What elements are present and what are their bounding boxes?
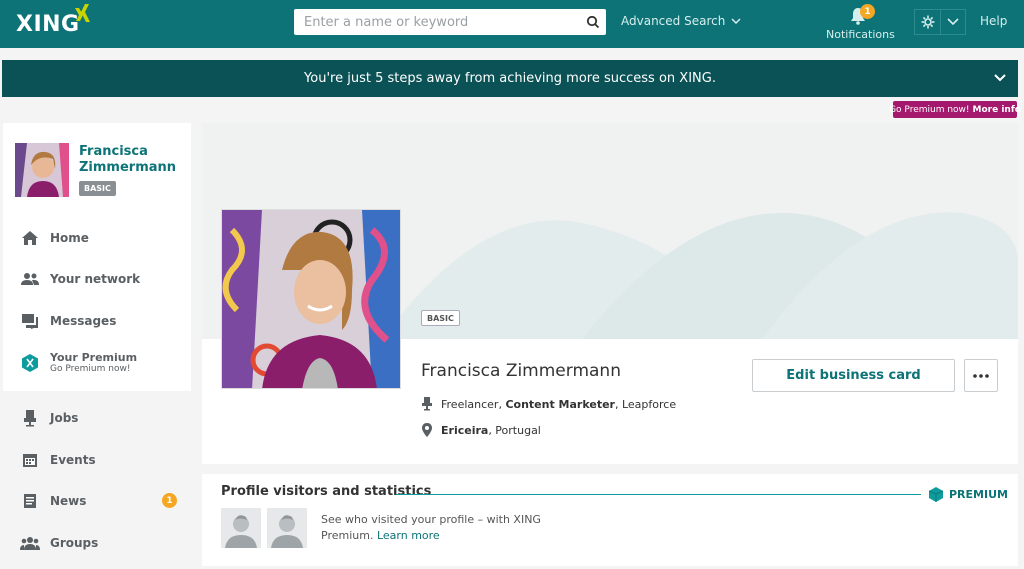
premium-subtitle: Go Premium now!	[50, 363, 131, 374]
sidebar-item-label: News	[50, 494, 87, 508]
jobs-icon	[20, 408, 40, 428]
notifications-badge: 1	[860, 4, 875, 19]
advanced-search-link[interactable]: Advanced Search	[621, 14, 741, 28]
premium-pill-text: Go Premium now!	[889, 104, 970, 115]
sidebar-user-name[interactable]: Francisca Zimmermann	[79, 144, 189, 176]
sidebar-item-home[interactable]: Home	[20, 224, 190, 252]
gear-icon[interactable]	[915, 10, 941, 34]
more-icon	[973, 373, 989, 378]
network-icon	[20, 269, 40, 289]
banner-text: You're just 5 steps away from achieving …	[304, 71, 716, 86]
chevron-down-icon	[731, 18, 741, 24]
advanced-search-label: Advanced Search	[621, 14, 726, 28]
help-link[interactable]: Help	[980, 14, 1007, 28]
sidebar-item-label: Messages	[50, 314, 117, 328]
membership-badge: BASIC	[421, 310, 460, 326]
news-badge: 1	[162, 493, 177, 508]
sidebar-item-premium[interactable]: Your Premium Go Premium now!	[20, 349, 190, 377]
sidebar-item-label: Home	[50, 231, 89, 245]
profile-name: Francisca Zimmermann	[421, 361, 621, 381]
xing-logo[interactable]: XING	[16, 8, 80, 40]
location-country: , Portugal	[488, 423, 541, 437]
profile-location: Ericeira, Portugal	[421, 423, 541, 437]
messages-icon	[20, 311, 40, 331]
sidebar-item-groups[interactable]: Groups	[20, 529, 190, 557]
profile-photo[interactable]	[221, 209, 401, 389]
edit-business-card-button[interactable]: Edit business card	[752, 359, 955, 392]
sidebar-item-network[interactable]: Your network	[20, 265, 190, 293]
notifications-label: Notifications	[826, 28, 895, 41]
premium-label-text: PREMIUM	[949, 488, 1008, 501]
sidebar-item-jobs[interactable]: Jobs	[20, 404, 190, 432]
home-icon	[20, 228, 40, 248]
visitors-title: Profile visitors and statistics	[221, 484, 432, 499]
job-title: Content Marketer	[505, 397, 615, 411]
sidebar-item-messages[interactable]: Messages	[20, 307, 190, 335]
search-icon[interactable]	[580, 9, 606, 35]
xing-logo-icon	[75, 4, 90, 22]
job-company: , Leapforce	[614, 397, 677, 411]
search-input[interactable]	[294, 9, 580, 35]
visitor-avatar	[267, 508, 307, 548]
sidebar-item-events[interactable]: Events	[20, 446, 190, 474]
chair-icon	[422, 397, 432, 411]
divider	[396, 494, 921, 495]
location-pin-icon	[422, 423, 432, 437]
premium-label: PREMIUM	[929, 487, 1008, 502]
onboarding-banner[interactable]: You're just 5 steps away from achieving …	[2, 60, 1018, 97]
events-icon	[20, 450, 40, 470]
premium-pill-link[interactable]: More info	[973, 105, 1021, 115]
sidebar-item-label: Jobs	[50, 411, 79, 425]
profile-job: Freelancer, Content Marketer, Leapforce	[421, 397, 676, 411]
sidebar-item-label: Groups	[50, 536, 99, 550]
premium-title: Your Premium	[50, 350, 138, 364]
premium-cube-icon	[929, 487, 943, 502]
chevron-down-icon[interactable]	[992, 70, 1008, 86]
go-premium-pill[interactable]: Go Premium now! More info	[889, 101, 1021, 118]
job-prefix: Freelancer,	[441, 397, 502, 411]
more-options-button[interactable]	[964, 359, 998, 392]
settings-menu	[914, 9, 966, 35]
premium-hexagon-icon	[22, 354, 38, 372]
notifications-button[interactable]: 1 Notifications	[826, 4, 895, 44]
membership-badge: BASIC	[79, 181, 116, 196]
visitor-avatar	[221, 508, 261, 548]
groups-icon	[20, 533, 40, 553]
search-box	[294, 9, 606, 35]
chevron-down-icon[interactable]	[941, 10, 965, 34]
news-icon	[20, 491, 40, 511]
learn-more-link[interactable]: Learn more	[377, 529, 440, 542]
location-city: Ericeira	[441, 423, 489, 437]
sidebar-item-label: Events	[50, 453, 96, 467]
visitors-description: See who visited your profile – with XING…	[321, 512, 551, 544]
avatar[interactable]	[15, 143, 69, 197]
brand-name: XING	[16, 11, 80, 37]
sidebar-item-label: Your network	[50, 272, 141, 286]
